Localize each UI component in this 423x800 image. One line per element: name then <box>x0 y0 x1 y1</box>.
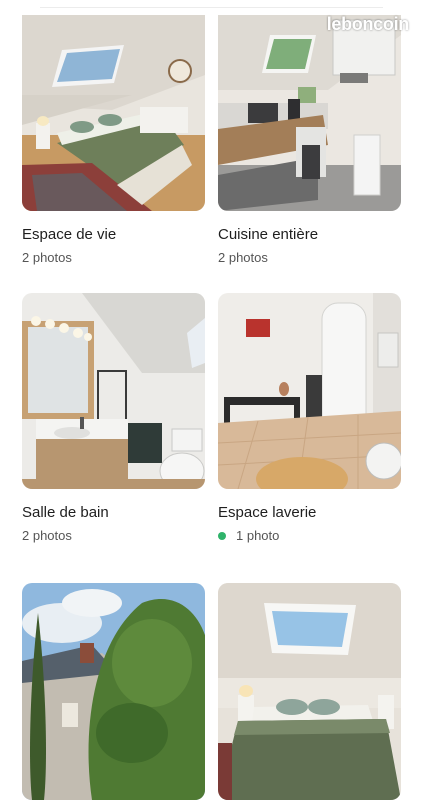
kitchen-image <box>218 15 401 211</box>
category-card-kitchen[interactable]: Cuisine entière 2 photos <box>218 15 401 266</box>
category-title: Cuisine entière <box>218 226 319 243</box>
category-card-bedroom[interactable] <box>218 583 401 800</box>
status-dot <box>218 532 226 540</box>
category-card-laundry[interactable]: Espace laverie 1 photo <box>218 293 401 544</box>
exterior-image <box>22 583 205 800</box>
bedroom-photo-2[interactable] <box>218 583 401 800</box>
exterior-photo[interactable] <box>22 583 205 800</box>
photo-count: 2 photos <box>22 250 72 265</box>
photo-count-text: 1 photo <box>236 528 280 543</box>
bedroom-image-2 <box>218 583 401 800</box>
bathroom-image <box>22 293 205 489</box>
laundry-image <box>218 293 401 489</box>
photo-count: 1 photo <box>218 528 401 544</box>
category-title: Espace laverie <box>218 504 317 521</box>
kitchen-photo[interactable] <box>218 15 401 211</box>
photo-count: 2 photos <box>218 250 268 265</box>
living-space-photo[interactable] <box>22 15 205 211</box>
bathroom-photo[interactable] <box>22 293 205 489</box>
laundry-photo[interactable] <box>218 293 401 489</box>
category-title: Espace de vie <box>22 226 117 243</box>
bedroom-image <box>22 15 205 211</box>
category-card-bathroom[interactable]: Salle de bain 2 photos <box>22 293 205 544</box>
category-card-exterior[interactable] <box>22 583 205 800</box>
category-card-living-space[interactable]: Espace de vie 2 photos <box>22 15 205 266</box>
photo-count: 2 photos <box>22 528 72 543</box>
leboncoin-watermark: leboncoin <box>326 14 410 34</box>
top-divider <box>0 0 423 8</box>
category-title: Salle de bain <box>22 504 109 521</box>
